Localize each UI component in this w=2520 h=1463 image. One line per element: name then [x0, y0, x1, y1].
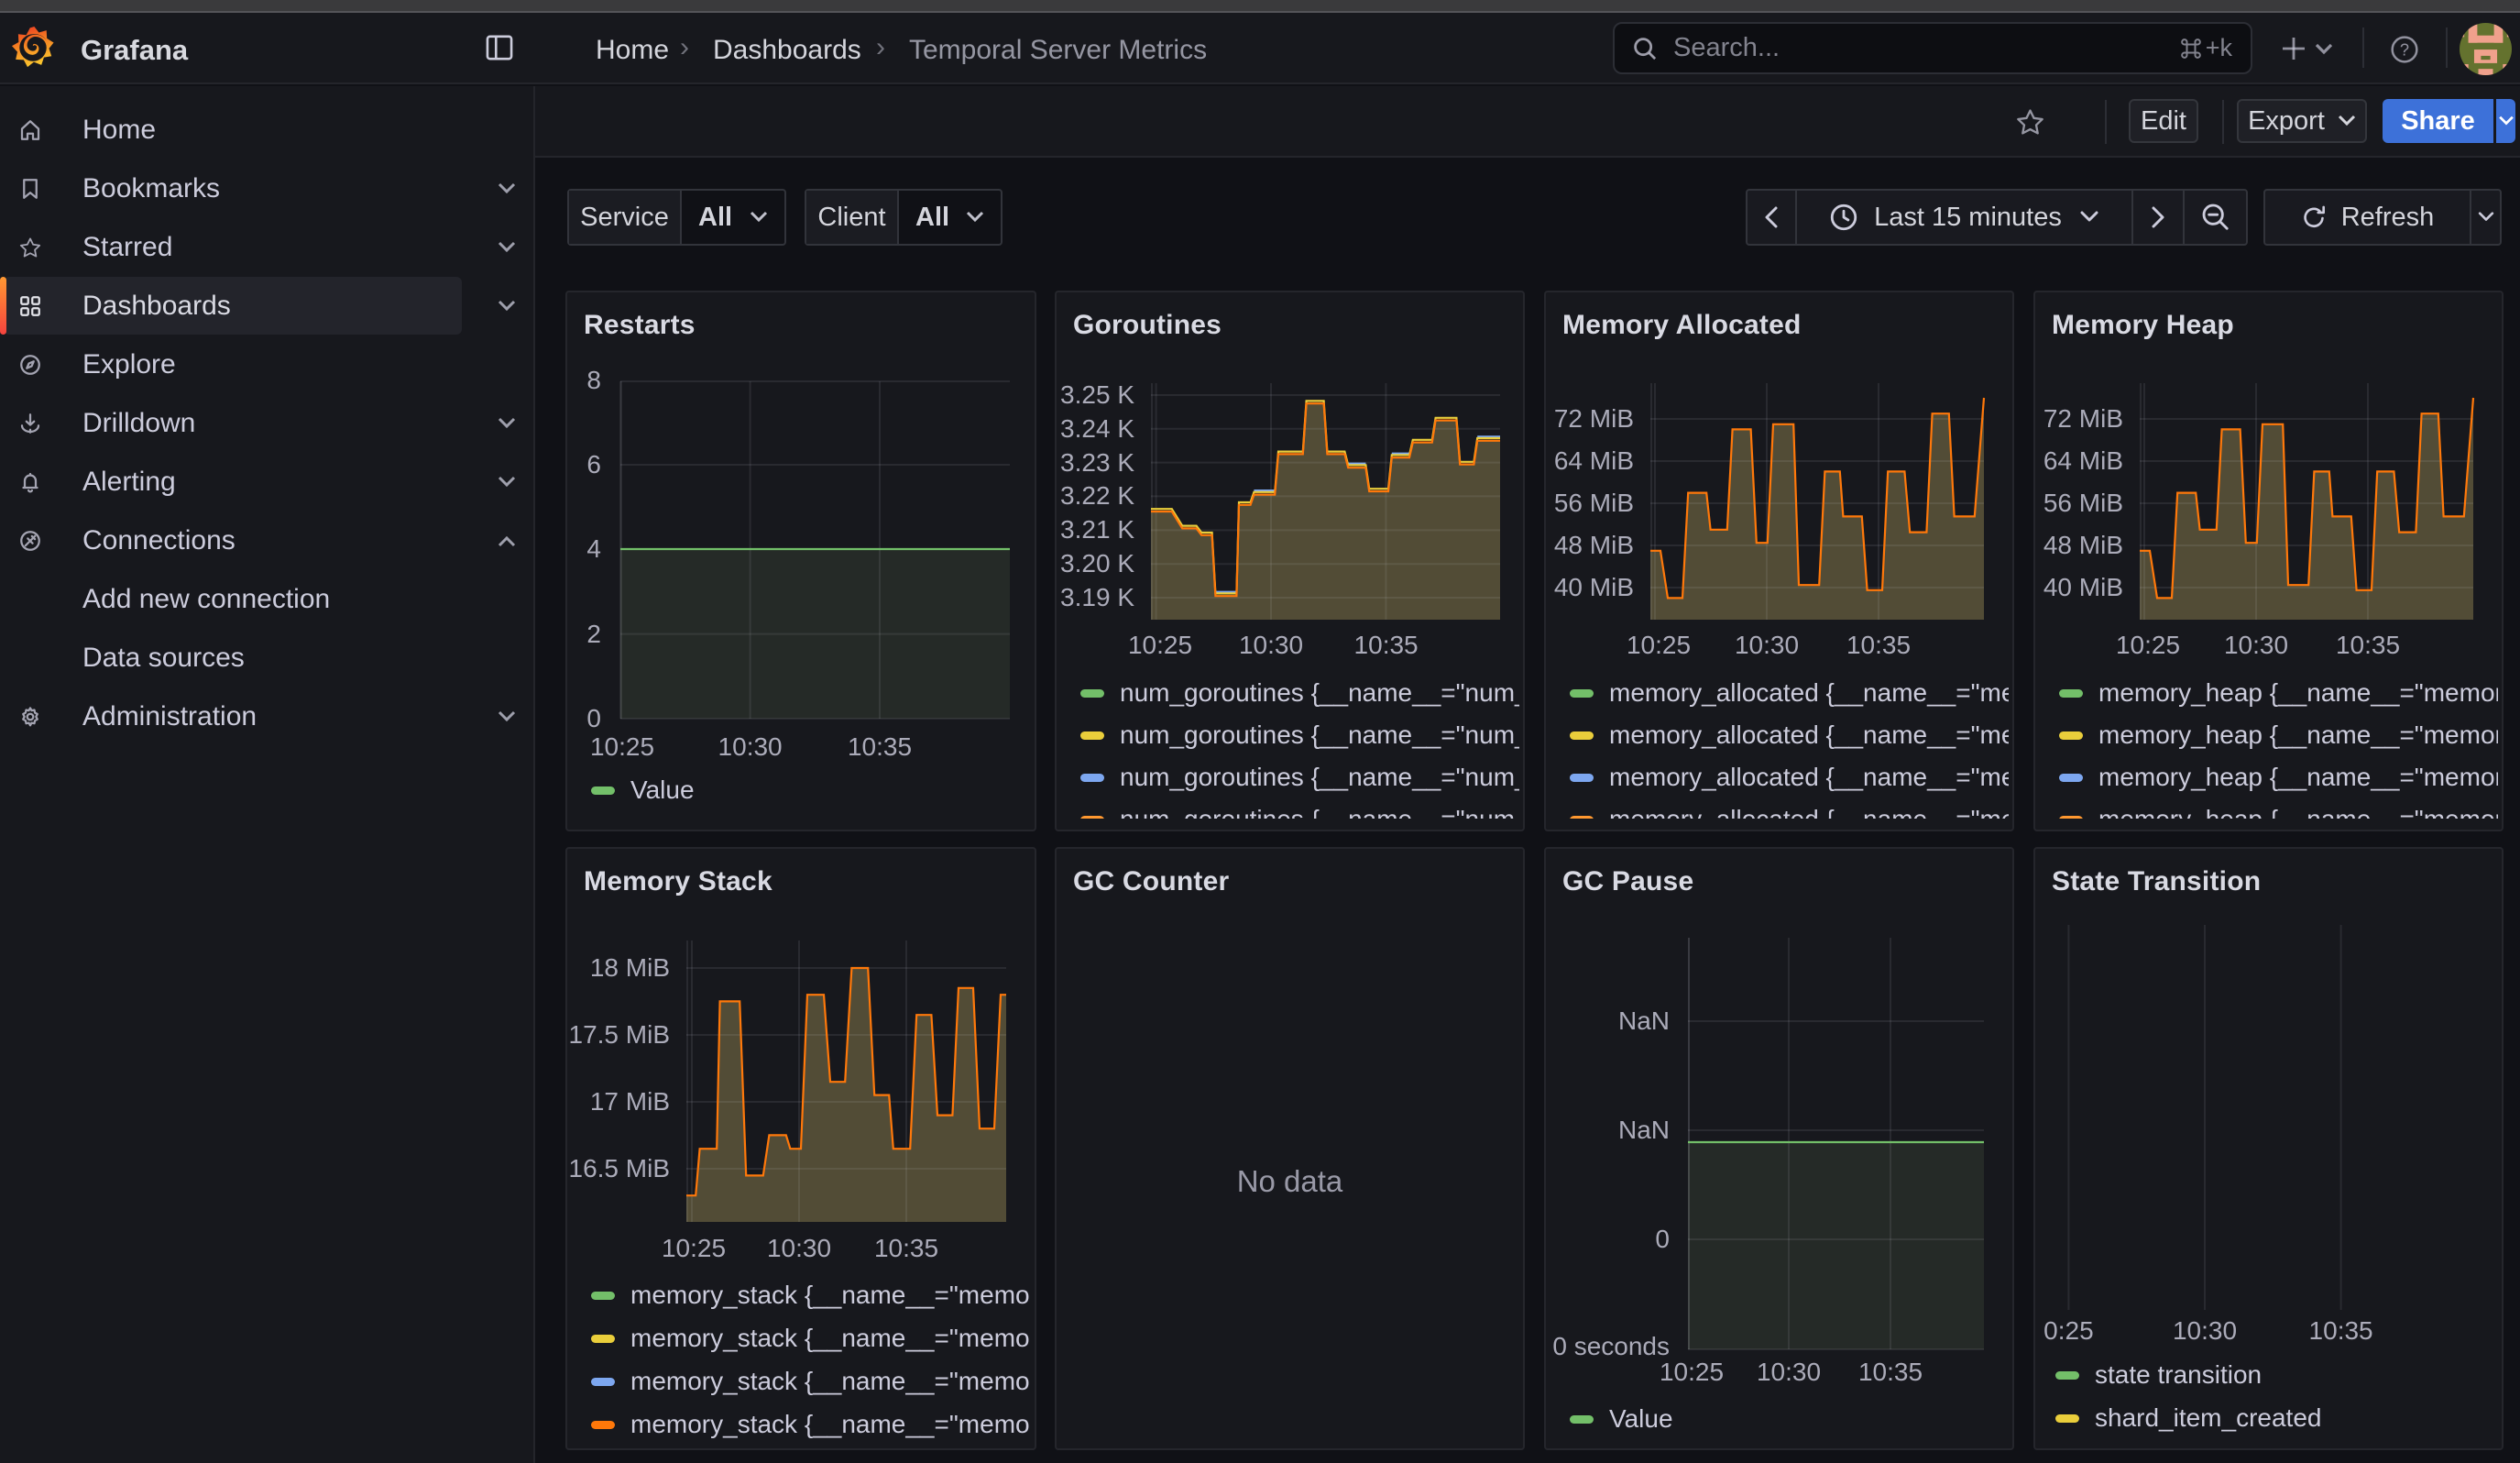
- svg-text:?: ?: [2400, 40, 2409, 60]
